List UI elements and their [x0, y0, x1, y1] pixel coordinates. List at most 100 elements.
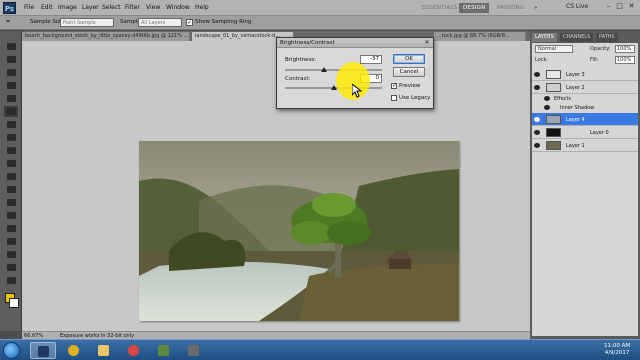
ok-button[interactable]: OK: [393, 54, 425, 64]
layer-name: Layer 4: [566, 117, 585, 123]
background-color-swatch[interactable]: [9, 298, 19, 308]
hand-tool-icon[interactable]: [4, 275, 18, 286]
layer-thumbnail: [546, 141, 561, 150]
brightness-slider-thumb[interactable]: [321, 67, 327, 72]
clone-stamp-tool-icon[interactable]: [4, 145, 18, 156]
layer-thumbnail: [546, 128, 561, 137]
preview-checkbox[interactable]: ✓: [391, 83, 397, 89]
sample-size-select[interactable]: Point Sample: [60, 18, 114, 27]
taskbar-chrome-icon-2[interactable]: [120, 342, 146, 359]
start-orb-icon[interactable]: [3, 342, 20, 359]
show-ring-checkbox[interactable]: ✓: [186, 19, 193, 26]
dialog-close-icon[interactable]: ✕: [423, 39, 431, 47]
brush-tool-icon[interactable]: [4, 132, 18, 143]
brightness-input[interactable]: -37: [360, 55, 382, 64]
effects-row[interactable]: Effects: [532, 94, 638, 103]
tab-layers[interactable]: LAYERS: [532, 33, 557, 42]
contrast-label: Contrast:: [285, 76, 311, 82]
eye-icon[interactable]: [544, 96, 550, 101]
type-tool-icon[interactable]: [4, 236, 18, 247]
dialog-title: Brightness/Contrast: [277, 38, 433, 48]
use-legacy-label: Use Legacy: [399, 95, 431, 101]
layer-name: Layer 2: [566, 85, 585, 91]
sample-select[interactable]: All Layers: [138, 18, 182, 27]
taskbar-chrome-icon[interactable]: [60, 342, 86, 359]
preview-label: Preview: [399, 83, 421, 89]
path-select-tool-icon[interactable]: [4, 249, 18, 260]
menu-layer[interactable]: Layer: [82, 4, 99, 11]
layer-row[interactable]: Layer 1: [532, 139, 638, 152]
eye-icon[interactable]: [534, 72, 540, 77]
shape-tool-icon[interactable]: [4, 262, 18, 273]
workspace-overflow[interactable]: »: [530, 3, 542, 13]
taskbar-app-icon[interactable]: [150, 342, 176, 359]
tab-paths[interactable]: PATHS: [596, 33, 618, 42]
layer-thumbnail: [546, 115, 561, 124]
menu-edit[interactable]: Edit: [41, 4, 53, 11]
layer-row[interactable]: Layer 0: [532, 126, 638, 139]
eye-icon[interactable]: [534, 130, 540, 135]
show-ring-label: Show Sampling Ring: [195, 19, 252, 25]
workspace-design[interactable]: DESIGN: [459, 3, 490, 13]
lasso-tool-icon[interactable]: [4, 67, 18, 78]
pen-tool-icon[interactable]: [4, 223, 18, 234]
opacity-label: Opacity:: [590, 46, 611, 52]
layer-row[interactable]: Layer 2: [532, 81, 638, 94]
effect-item-row[interactable]: Inner Shadow: [532, 103, 638, 112]
menu-select[interactable]: Select: [102, 4, 121, 11]
landscape-image: [139, 141, 459, 321]
eye-icon[interactable]: [534, 85, 540, 90]
eyedropper-tool-icon[interactable]: [4, 106, 18, 117]
tab-document-1[interactable]: beach_background_stock_by_little_spacey-…: [22, 32, 190, 41]
eye-icon[interactable]: [534, 143, 540, 148]
layer-thumbnail: [546, 70, 561, 79]
menu-window[interactable]: Window: [166, 4, 190, 11]
brightness-label: Brightness:: [285, 57, 317, 63]
menu-image[interactable]: Image: [58, 4, 77, 11]
ps-logo-icon: Ps: [3, 2, 16, 14]
crop-tool-icon[interactable]: [4, 93, 18, 104]
history-brush-tool-icon[interactable]: [4, 158, 18, 169]
eye-icon[interactable]: [534, 117, 540, 122]
minimize-icon[interactable]: –: [604, 2, 613, 11]
workspace-painting[interactable]: PAINTING: [493, 3, 528, 13]
tab-channels[interactable]: CHANNELS: [560, 33, 594, 42]
taskbar-clock[interactable]: 11:00 AM 4/9/2017: [604, 343, 630, 357]
opacity-input[interactable]: 100%: [615, 45, 635, 53]
blend-mode-select[interactable]: Normal: [535, 45, 573, 53]
quick-select-tool-icon[interactable]: [4, 80, 18, 91]
workspace-essentials[interactable]: ESSENTIALS: [418, 3, 461, 13]
tab-document-3[interactable]: ...tock.jpg @ 88.7% (RGB/8...: [434, 32, 526, 41]
layer-row[interactable]: Layer 3: [532, 68, 638, 81]
layer-thumbnail: [546, 83, 561, 92]
fill-input[interactable]: 100%: [615, 56, 635, 64]
options-bar: ✒ Sample Size: Point Sample Sample: All …: [0, 16, 640, 30]
layer-name: Layer 1: [566, 143, 585, 149]
menu-view[interactable]: View: [146, 4, 160, 11]
lock-label: Lock:: [535, 57, 549, 63]
use-legacy-checkbox[interactable]: [391, 95, 397, 101]
layer-name: Layer 3: [566, 72, 585, 78]
taskbar-photoshop[interactable]: [30, 342, 56, 359]
marquee-tool-icon[interactable]: [4, 54, 18, 65]
fill-label: Fill:: [590, 57, 599, 63]
healing-tool-icon[interactable]: [4, 119, 18, 130]
restore-icon[interactable]: □: [615, 2, 624, 11]
eye-icon[interactable]: [544, 105, 550, 110]
eraser-tool-icon[interactable]: [4, 171, 18, 182]
cancel-button[interactable]: Cancel: [393, 67, 425, 77]
taskbar-app-icon-2[interactable]: [180, 342, 206, 359]
menu-file[interactable]: File: [24, 4, 34, 11]
cs-live-button[interactable]: CS Live: [566, 3, 588, 10]
menu-help[interactable]: Help: [195, 4, 209, 11]
document-image[interactable]: [139, 141, 459, 321]
gradient-tool-icon[interactable]: [4, 184, 18, 195]
menu-filter[interactable]: Filter: [125, 4, 140, 11]
eyedropper-icon[interactable]: ✒: [6, 19, 11, 25]
move-tool-icon[interactable]: [4, 41, 18, 52]
dodge-tool-icon[interactable]: [4, 210, 18, 221]
taskbar-folder-icon[interactable]: [90, 342, 116, 359]
layer-row[interactable]: Layer 4: [532, 113, 638, 126]
close-icon[interactable]: ✕: [627, 2, 636, 11]
blur-tool-icon[interactable]: [4, 197, 18, 208]
